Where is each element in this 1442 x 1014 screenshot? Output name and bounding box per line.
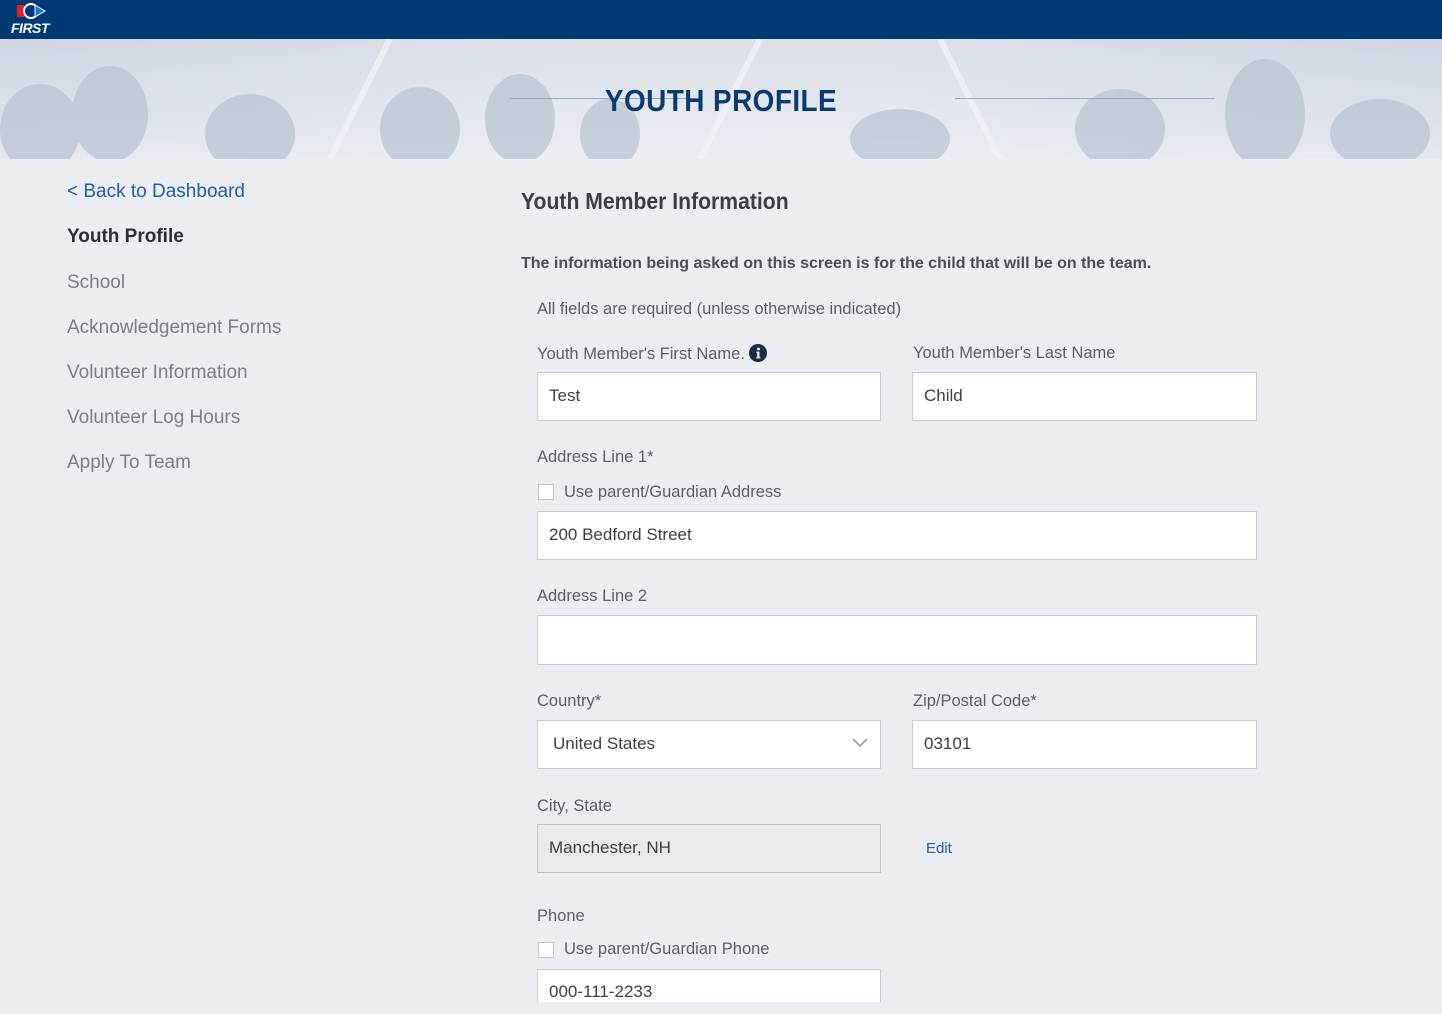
use-parent-address-label[interactable]: Use parent/Guardian Address (564, 483, 781, 502)
use-parent-address-checkbox[interactable] (538, 484, 554, 500)
last-name-label: Youth Member's Last Name (913, 344, 1116, 362)
country-select[interactable]: United States (537, 720, 881, 769)
info-icon[interactable] (748, 344, 767, 362)
sidebar-item-youth-profile[interactable]: Youth Profile (67, 226, 184, 248)
intro-text: The information being asked on this scre… (521, 255, 1152, 272)
address-line2-input[interactable] (537, 615, 1257, 665)
sidebar-item-volunteer-log-hours[interactable]: Volunteer Log Hours (67, 407, 240, 429)
back-to-dashboard-link[interactable]: < Back to Dashboard (67, 181, 245, 203)
zip-label: Zip/Postal Code* (913, 692, 1037, 710)
hero-banner: YOUTH PROFILE (0, 39, 1442, 159)
sidebar-item-apply-to-team[interactable]: Apply To Team (67, 452, 191, 474)
sidebar-item-school[interactable]: School (67, 272, 125, 294)
use-parent-phone-checkbox[interactable] (538, 942, 554, 958)
phone-input[interactable]: 000-111-2233 (537, 969, 881, 1002)
use-parent-phone-label[interactable]: Use parent/Guardian Phone (564, 940, 769, 959)
required-note: All fields are required (unless otherwis… (537, 300, 902, 318)
logo-text: FIRST (11, 20, 49, 36)
country-label: Country* (537, 692, 602, 710)
top-bar: FIRST (0, 0, 1442, 39)
first-name-label: Youth Member's First Name. (537, 344, 767, 364)
last-name-input[interactable]: Child (912, 372, 1257, 421)
first-name-label-text: Youth Member's First Name. (537, 345, 745, 363)
city-state-label: City, State (537, 797, 612, 815)
first-name-input[interactable]: Test (537, 372, 881, 421)
address-line2-label: Address Line 2 (537, 587, 648, 605)
city-state-field: Manchester, NH (537, 824, 881, 873)
phone-label: Phone (537, 907, 585, 925)
first-logo[interactable]: FIRST (9, 2, 61, 36)
address-line1-label: Address Line 1* (537, 448, 654, 466)
zip-input[interactable]: 03101 (912, 720, 1257, 769)
edit-city-state-link[interactable]: Edit (926, 840, 952, 857)
country-select-value: United States (553, 734, 656, 753)
sidebar-item-volunteer-information[interactable]: Volunteer Information (67, 362, 248, 384)
page-title: YOUTH PROFILE (604, 83, 838, 118)
sidebar-item-acknowledgement-forms[interactable]: Acknowledgement Forms (67, 317, 281, 339)
address-line1-input[interactable]: 200 Bedford Street (537, 511, 1257, 560)
chevron-down-icon (852, 738, 868, 748)
section-heading: Youth Member Information (521, 188, 789, 214)
